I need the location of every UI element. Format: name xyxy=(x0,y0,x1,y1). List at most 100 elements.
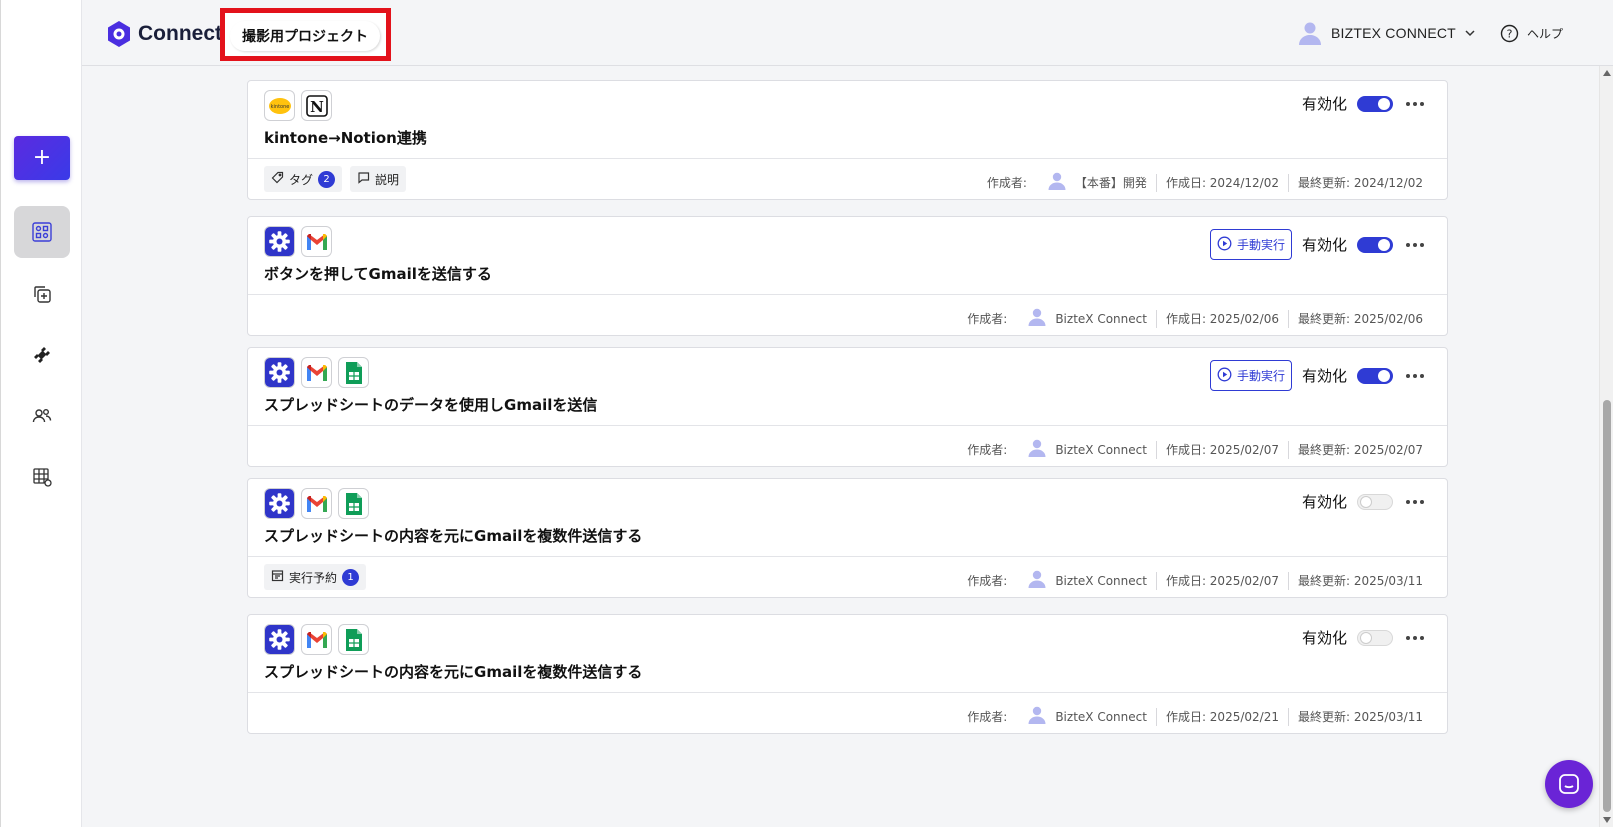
toggle-knob xyxy=(1360,495,1372,508)
more-options-icon[interactable] xyxy=(1403,368,1427,384)
table-settings-icon xyxy=(33,468,52,487)
enable-toggle[interactable] xyxy=(1357,629,1393,646)
divider xyxy=(1287,440,1289,459)
copy-add-icon xyxy=(34,286,51,303)
chat-icon xyxy=(1559,774,1579,794)
sidebar-item-connections[interactable] xyxy=(14,329,70,381)
sidebar-item-flows[interactable] xyxy=(14,206,70,258)
flow-meta: 作成者: BizteX Connect 作成日: 2025/02/07 最終更新… xyxy=(967,438,1423,461)
chevron-down-icon xyxy=(1465,30,1475,37)
user-icon xyxy=(1047,171,1067,194)
flow-card-header: ボタンを押してGmailを送信する 手動実行 有効化 xyxy=(248,217,1447,295)
comment-icon xyxy=(357,171,370,187)
user-icon xyxy=(1027,438,1047,461)
user-icon xyxy=(1027,307,1047,330)
flow-card[interactable]: スプレッドシートの内容を元にGmailを複数件送信する 有効化 実行予約 1 作成… xyxy=(247,478,1448,598)
more-options-icon[interactable] xyxy=(1403,494,1427,510)
enable-toggle[interactable] xyxy=(1357,236,1393,253)
flow-controls: 有効化 xyxy=(1302,491,1427,512)
divider xyxy=(1155,309,1157,328)
manual-run-button[interactable]: 手動実行 xyxy=(1209,360,1292,391)
flow-controls: 有効化 xyxy=(1302,93,1427,114)
created-date: 作成日: 2025/02/07 xyxy=(1165,574,1279,588)
flow-title[interactable]: ボタンを押してGmailを送信する xyxy=(264,263,492,284)
create-flow-button[interactable]: + xyxy=(14,136,70,180)
flows-icon xyxy=(32,222,52,242)
scrollbar[interactable] xyxy=(1599,66,1613,827)
kintone-icon: kintone xyxy=(264,90,295,121)
divider xyxy=(1155,440,1157,459)
flow-card-footer: 作成者: BizteX Connect 作成日: 2025/02/06 最終更新… xyxy=(248,295,1447,335)
user-icon xyxy=(1027,705,1047,728)
updated-date: 最終更新: 2025/02/06 xyxy=(1297,312,1423,326)
flow-card-header: スプレッドシートの内容を元にGmailを複数件送信する 有効化 xyxy=(248,479,1447,557)
flow-card-header: スプレッドシートのデータを使用しGmailを送信 手動実行 有効化 xyxy=(248,348,1447,426)
enable-label: 有効化 xyxy=(1301,493,1347,511)
divider xyxy=(1287,571,1289,590)
logo-text: Connect xyxy=(138,22,222,45)
sidebar-item-tables[interactable] xyxy=(14,451,70,503)
scroll-up-icon[interactable] xyxy=(1603,70,1611,76)
more-options-icon[interactable] xyxy=(1403,630,1427,646)
avatar-icon xyxy=(1299,22,1321,45)
updated-date: 最終更新: 2025/03/11 xyxy=(1297,574,1423,588)
author-info: 作成者: BizteX Connect xyxy=(967,705,1147,728)
created-date: 作成日: 2025/02/06 xyxy=(1165,312,1279,326)
sheets-icon xyxy=(338,624,369,655)
play-circle-icon xyxy=(1217,236,1232,254)
created-date: 作成日: 2025/02/21 xyxy=(1165,710,1279,724)
manual-run-label: 手動実行 xyxy=(1236,369,1285,383)
gmail-icon xyxy=(301,488,332,519)
enable-toggle[interactable] xyxy=(1357,493,1393,510)
updated-date: 最終更新: 2025/02/07 xyxy=(1297,443,1423,457)
user-menu[interactable]: BIZTEX CONNECT xyxy=(1297,20,1476,46)
enable-toggle[interactable] xyxy=(1357,95,1393,112)
project-selector[interactable]: 撮影用プロジェクト xyxy=(230,21,380,51)
sidebar-item-templates[interactable] xyxy=(14,268,70,320)
enable-toggle[interactable] xyxy=(1357,367,1393,384)
gear-icon xyxy=(264,226,295,257)
author-info: 作成者: 【本番】開発 xyxy=(987,171,1147,194)
help-label: ヘルプ xyxy=(1527,27,1564,41)
flow-card-footer: 作成者: BizteX Connect 作成日: 2025/02/07 最終更新… xyxy=(248,426,1447,466)
sheets-icon xyxy=(338,488,369,519)
flow-title[interactable]: スプレッドシートの内容を元にGmailを複数件送信する xyxy=(264,661,642,682)
more-options-icon[interactable] xyxy=(1403,237,1427,253)
flow-title[interactable]: スプレッドシートの内容を元にGmailを複数件送信する xyxy=(264,525,642,546)
flow-card[interactable]: スプレッドシートのデータを使用しGmailを送信 手動実行 有効化 作成者: B… xyxy=(247,347,1448,467)
help-link[interactable]: ? ヘルプ xyxy=(1500,24,1563,43)
toggle-knob xyxy=(1378,238,1390,251)
flow-chip[interactable]: 説明 xyxy=(350,166,407,192)
author-label: 作成者: xyxy=(967,443,1008,457)
flow-card-header: スプレッドシートの内容を元にGmailを複数件送信する 有効化 xyxy=(248,615,1447,693)
flow-card[interactable]: スプレッドシートの内容を元にGmailを複数件送信する 有効化 作成者: Biz… xyxy=(247,614,1448,734)
more-options-icon[interactable] xyxy=(1403,96,1427,112)
scrollbar-thumb[interactable] xyxy=(1603,400,1611,812)
app-icon-group xyxy=(264,357,369,388)
flow-card-header: kintone N kintone→Notion連携 有効化 xyxy=(248,81,1447,159)
project-selector-highlight: 撮影用プロジェクト xyxy=(220,8,391,61)
scroll-down-icon[interactable] xyxy=(1603,817,1611,823)
toggle-knob xyxy=(1378,97,1390,110)
play-circle-icon xyxy=(1217,367,1232,385)
flow-title[interactable]: スプレッドシートのデータを使用しGmailを送信 xyxy=(264,394,597,415)
sidebar: + xyxy=(0,0,82,827)
flow-controls: 手動実行 有効化 xyxy=(1209,229,1427,260)
created-date: 作成日: 2025/02/07 xyxy=(1165,443,1279,457)
plug-icon xyxy=(34,347,50,363)
flow-title[interactable]: kintone→Notion連携 xyxy=(264,127,427,148)
manual-run-button[interactable]: 手動実行 xyxy=(1209,229,1292,260)
flow-card[interactable]: kintone N kintone→Notion連携 有効化 タグ 2 説明 作成者:… xyxy=(247,80,1448,200)
author-label: 作成者: xyxy=(967,574,1008,588)
flow-chip[interactable]: タグ 2 xyxy=(264,166,343,192)
author-name: 【本番】開発 xyxy=(1074,176,1147,190)
sidebar-item-members[interactable] xyxy=(14,390,70,442)
flow-card[interactable]: ボタンを押してGmailを送信する 手動実行 有効化 作成者: BizteX C… xyxy=(247,216,1448,336)
gmail-icon xyxy=(301,226,332,257)
divider xyxy=(1155,173,1157,192)
chat-launcher-button[interactable] xyxy=(1545,760,1593,808)
author-name: BizteX Connect xyxy=(1055,311,1147,326)
flow-chip[interactable]: 実行予約 1 xyxy=(264,564,367,590)
app-logo[interactable]: Connect xyxy=(106,20,222,48)
notion-icon: N xyxy=(301,90,332,121)
